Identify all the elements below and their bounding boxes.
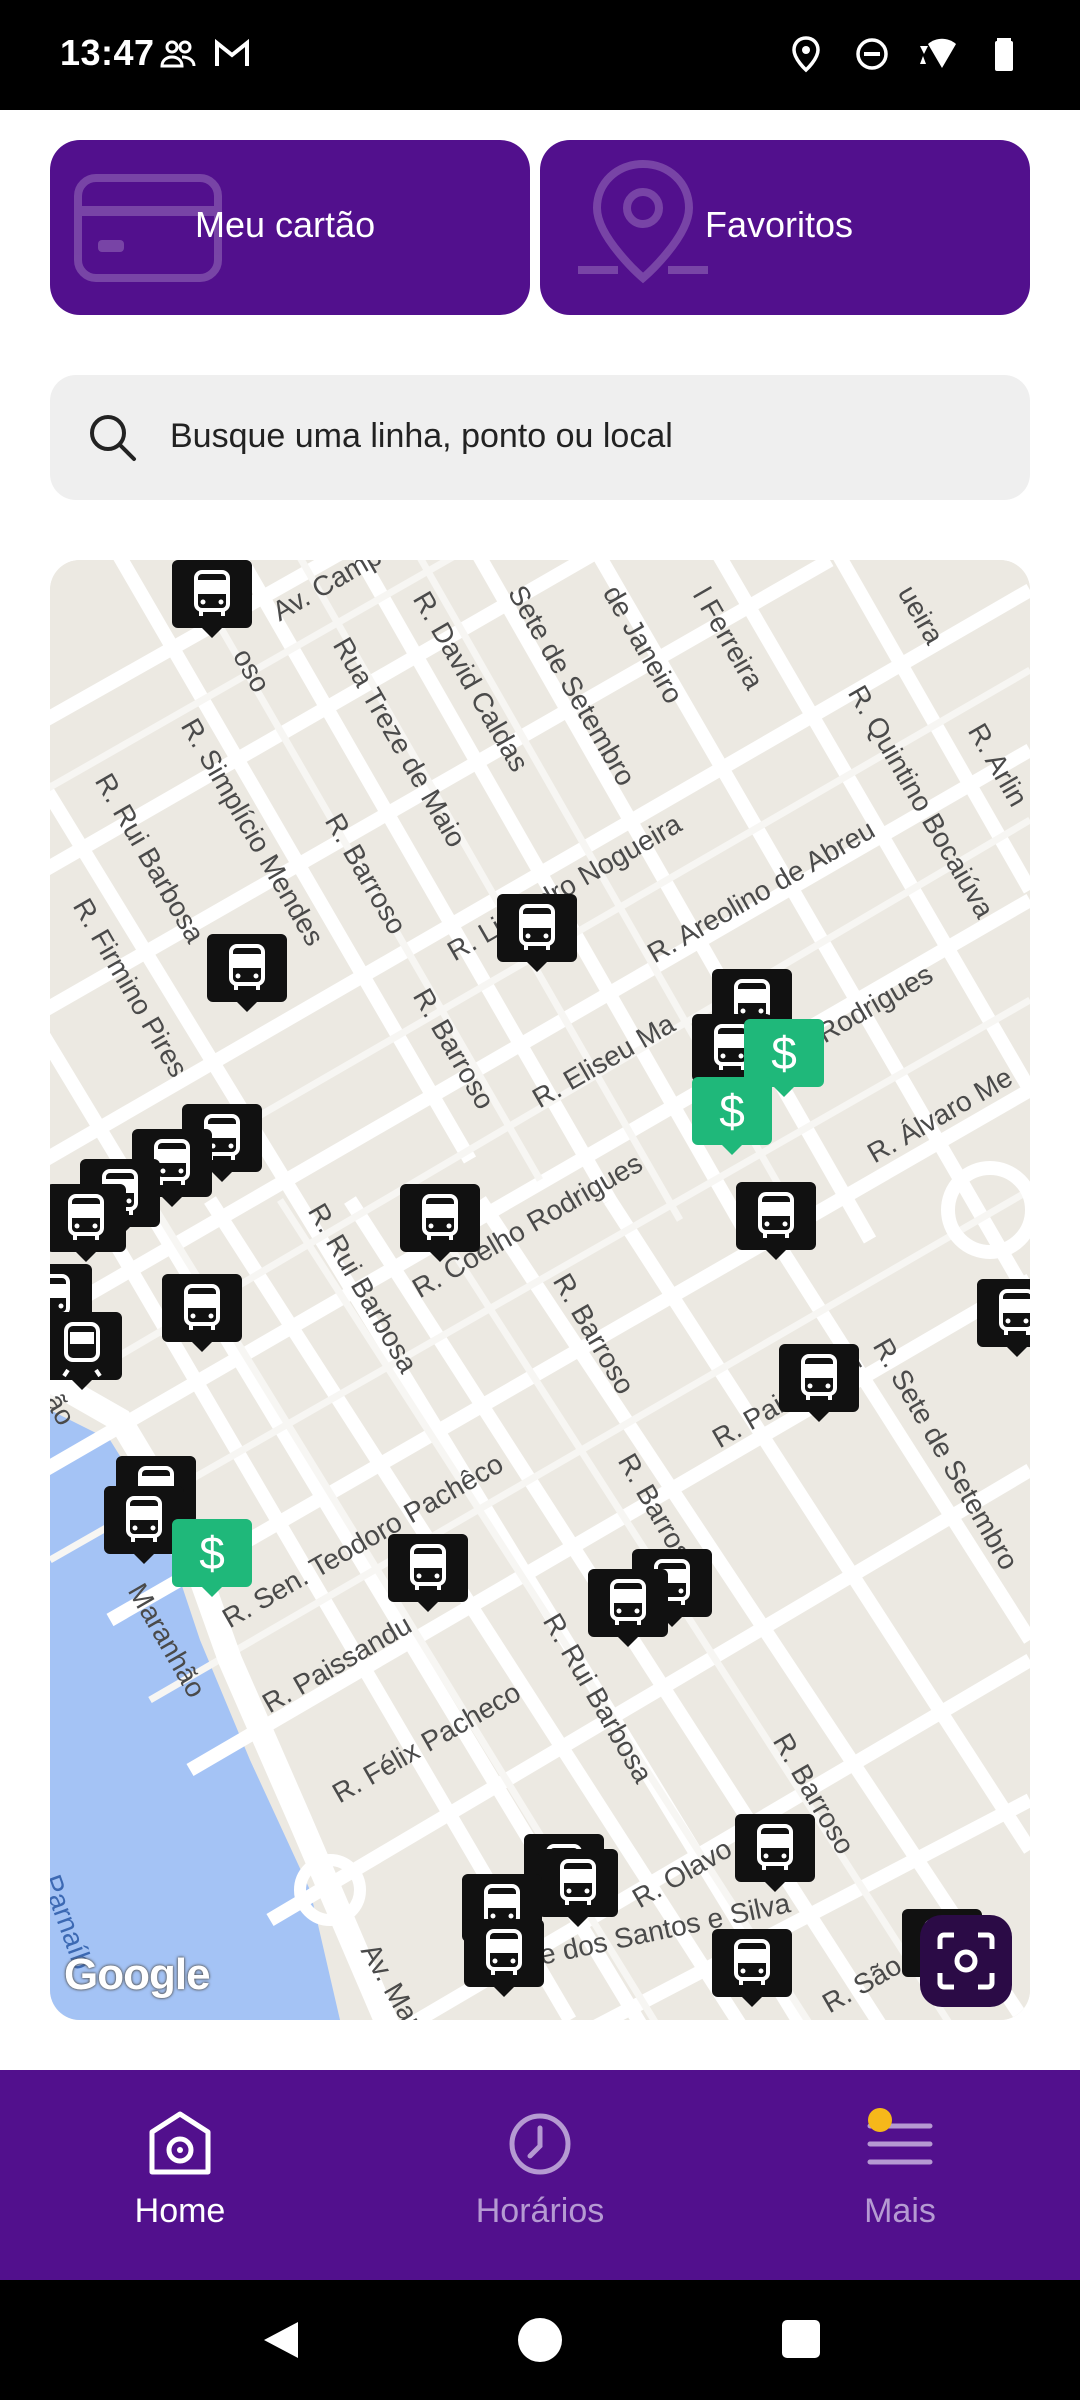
home-circle-icon[interactable] xyxy=(518,2318,562,2362)
bus-stop-marker[interactable] xyxy=(536,1845,620,1929)
nav-schedules-label: Horários xyxy=(475,2192,605,2230)
bus-stop-marker[interactable] xyxy=(50,1180,128,1264)
recharge-point-marker[interactable] xyxy=(170,1515,254,1599)
bus-stop-marker[interactable] xyxy=(495,890,579,974)
back-icon[interactable] xyxy=(258,2318,302,2362)
bus-stop-marker[interactable] xyxy=(462,1915,546,1999)
nav-schedules[interactable]: Horários xyxy=(390,2070,690,2280)
my-card-label: Meu cartão xyxy=(195,204,376,245)
bus-stop-marker[interactable] xyxy=(734,1178,818,1262)
bottom-navigation: Home Horários Mais xyxy=(0,2070,1080,2280)
gmail-icon xyxy=(215,38,249,66)
bus-stop-marker[interactable] xyxy=(398,1180,482,1264)
favorites-label: Favoritos xyxy=(705,204,854,245)
map-view[interactable]: Av. Camp R. David Caldas Sete de Setembr… xyxy=(50,560,1030,2020)
scan-qr-button[interactable] xyxy=(920,1915,1012,2007)
bus-stop-marker[interactable] xyxy=(205,930,289,1014)
map-pin-icon xyxy=(578,159,708,284)
people-icon xyxy=(160,40,196,68)
scan-icon xyxy=(937,1932,995,1990)
recharge-point-marker[interactable] xyxy=(690,1073,774,1157)
search-icon xyxy=(90,415,136,461)
status-time: 13:47 xyxy=(60,32,155,73)
dnd-icon xyxy=(856,38,888,70)
bus-stop-marker[interactable] xyxy=(386,1530,470,1614)
home-icon xyxy=(149,2111,211,2175)
recent-apps-icon[interactable] xyxy=(782,2320,820,2358)
bus-stop-marker[interactable] xyxy=(975,1275,1030,1359)
bus-stop-marker[interactable] xyxy=(170,560,254,640)
my-card-button[interactable]: Meu cartão xyxy=(50,140,530,315)
search-input[interactable]: Busque uma linha, ponto ou local xyxy=(50,375,1030,500)
bus-stop-marker[interactable] xyxy=(160,1270,244,1354)
wifi-icon xyxy=(920,38,956,68)
nav-home-label: Home xyxy=(134,2192,226,2230)
google-logo: Google xyxy=(64,1950,211,1999)
nav-more[interactable]: Mais xyxy=(750,2070,1050,2280)
train-station-marker[interactable] xyxy=(50,1308,124,1392)
clock-icon xyxy=(509,2113,571,2175)
bus-stop-marker[interactable] xyxy=(777,1340,861,1424)
nav-more-label: Mais xyxy=(864,2192,936,2230)
system-navigation-bar xyxy=(0,2280,1080,2400)
nav-home[interactable]: Home xyxy=(30,2070,330,2280)
status-bar: 13:47 xyxy=(0,0,1080,110)
search-placeholder: Busque uma linha, ponto ou local xyxy=(170,417,673,455)
favorites-button[interactable]: Favoritos xyxy=(540,140,1030,315)
bus-stop-marker[interactable] xyxy=(710,1925,794,2009)
location-icon xyxy=(792,36,820,73)
bus-stop-marker[interactable] xyxy=(586,1565,670,1649)
bus-stop-marker[interactable] xyxy=(733,1810,817,1894)
notification-badge xyxy=(868,2108,892,2132)
battery-icon xyxy=(995,38,1013,71)
